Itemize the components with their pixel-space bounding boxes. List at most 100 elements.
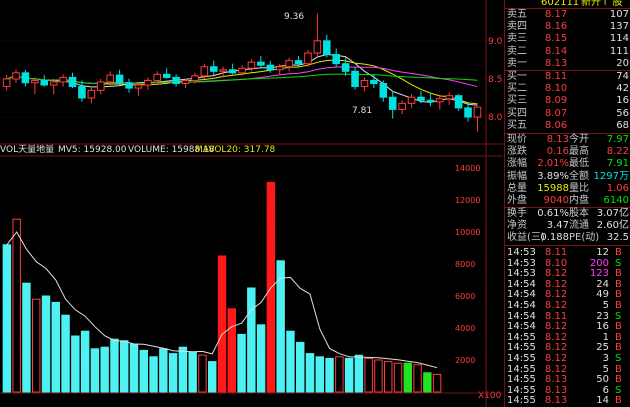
candle (379, 83, 388, 98)
fund-label: 换手 (507, 208, 527, 219)
bid-row: 买三 8.09 16 (505, 95, 630, 107)
candle (12, 72, 20, 80)
stat-value: 1.06 (606, 182, 629, 194)
candle (125, 82, 133, 89)
volume-bar (100, 346, 109, 393)
volume-bar (80, 330, 90, 393)
ask-row: 卖一 8.13 20 (505, 58, 630, 70)
candle (322, 40, 331, 56)
ask-label: 卖二 (507, 45, 527, 57)
volume-tick-label: 2000 (455, 356, 475, 365)
stat-label: 量比 (569, 182, 589, 194)
stat-label: 内盘 (569, 195, 589, 206)
volume-bar (227, 308, 236, 393)
bid-price: 8.10 (545, 83, 568, 95)
stat-label: 全额 (569, 170, 589, 182)
stat-row: 总量 15988 量比 1.06 (505, 183, 630, 195)
bid-price: 8.06 (545, 119, 568, 131)
fund-label: PE(动) (569, 232, 600, 244)
candle (370, 79, 378, 85)
stat-value: 15988 (537, 182, 569, 194)
candle (49, 81, 58, 86)
volume-bar (403, 362, 412, 393)
volume-bar (305, 353, 315, 393)
volume-bar (149, 356, 158, 393)
fund-value: 0.188 (540, 232, 569, 244)
fund-value: 32.5 (606, 232, 629, 244)
tick-price: 8.13 (545, 395, 568, 407)
low-price-label: 7.81 (352, 106, 372, 116)
candle (78, 86, 86, 99)
moving-average-lines (6, 53, 478, 106)
volume-bar (354, 354, 364, 393)
candle (266, 64, 275, 71)
volume-bar (159, 348, 168, 393)
bid-price: 8.09 (545, 95, 568, 107)
candle (162, 73, 171, 78)
volume-tick-label: 6000 (455, 292, 475, 301)
fund-label: 净资 (507, 220, 527, 232)
bid-row: 买二 8.10 42 (505, 83, 630, 95)
bid-volume: 42 (616, 83, 629, 95)
candle (294, 60, 303, 65)
volume-bar (71, 335, 80, 393)
volume-bar (51, 301, 60, 393)
candle (285, 60, 293, 68)
candle (454, 95, 463, 109)
ask-row: 卖三 8.15 114 (505, 33, 630, 45)
stat-value: 8.22 (606, 146, 629, 158)
indicator-name: VOL天量地量 (0, 143, 54, 155)
stat-value: 6140 (603, 195, 629, 206)
ask-label: 卖一 (507, 57, 527, 69)
ask-volume: 20 (616, 57, 629, 69)
volume-bar (2, 244, 12, 393)
bid-price: 8.07 (545, 107, 568, 119)
volume-bar (325, 357, 334, 393)
indicator-mavol20: MAVOL20: 317.78 (195, 145, 276, 155)
volume-bar (90, 348, 100, 393)
candle (219, 69, 227, 72)
volume-bar (423, 372, 432, 393)
volume-bar (32, 298, 41, 393)
volume-bar (12, 218, 21, 393)
candle (275, 66, 284, 71)
candle (144, 79, 152, 86)
stat-value: 7.91 (606, 158, 629, 170)
candle (96, 81, 105, 91)
fund-row: 换手 0.61% 股本 3.07亿 (505, 208, 630, 220)
candle (134, 84, 143, 89)
ask-row: 卖二 8.14 111 (505, 46, 630, 58)
candle (209, 66, 218, 72)
stat-value: 0.16 (546, 146, 569, 158)
stat-label: 涨幅 (507, 158, 527, 170)
fund-row: 收益(三) 0.188 PE(动) 32.5 (505, 232, 630, 244)
volume-tick-label: 10000 (455, 228, 480, 237)
tick-volume: 14 (596, 395, 609, 407)
candle (172, 76, 180, 85)
fund-label: 收益(三) (507, 232, 545, 244)
stock-chart[interactable]: 9.00 8.50 8.00 14000 12000 10000 8000 6000 4000… (0, 0, 503, 407)
candle (436, 98, 444, 103)
stat-value: 3.89% (537, 170, 569, 182)
volume-tick-label: 4000 (455, 324, 475, 333)
stat-label: 涨跌 (507, 146, 527, 158)
candle (191, 75, 199, 81)
stat-value: 8.13 (546, 134, 569, 145)
stat-label: 最低 (569, 158, 589, 170)
candle (426, 99, 435, 103)
bid-volume: 16 (616, 95, 629, 107)
candle (31, 79, 39, 84)
ask-row: 卖四 8.16 137 (505, 21, 630, 33)
ask-label: 卖五 (507, 9, 527, 20)
volume-bar (120, 340, 129, 393)
bid-row: 买一 8.11 74 (505, 71, 630, 83)
volume-bar (237, 333, 246, 393)
volume-bar (344, 357, 354, 393)
fund-label: 股本 (569, 208, 589, 219)
ask-label: 卖三 (507, 33, 527, 45)
volume-bar (41, 295, 51, 393)
candle (341, 63, 350, 72)
ask-price: 8.13 (545, 57, 568, 69)
volume-bar (247, 287, 256, 393)
fund-value: 3.47 (546, 220, 569, 232)
